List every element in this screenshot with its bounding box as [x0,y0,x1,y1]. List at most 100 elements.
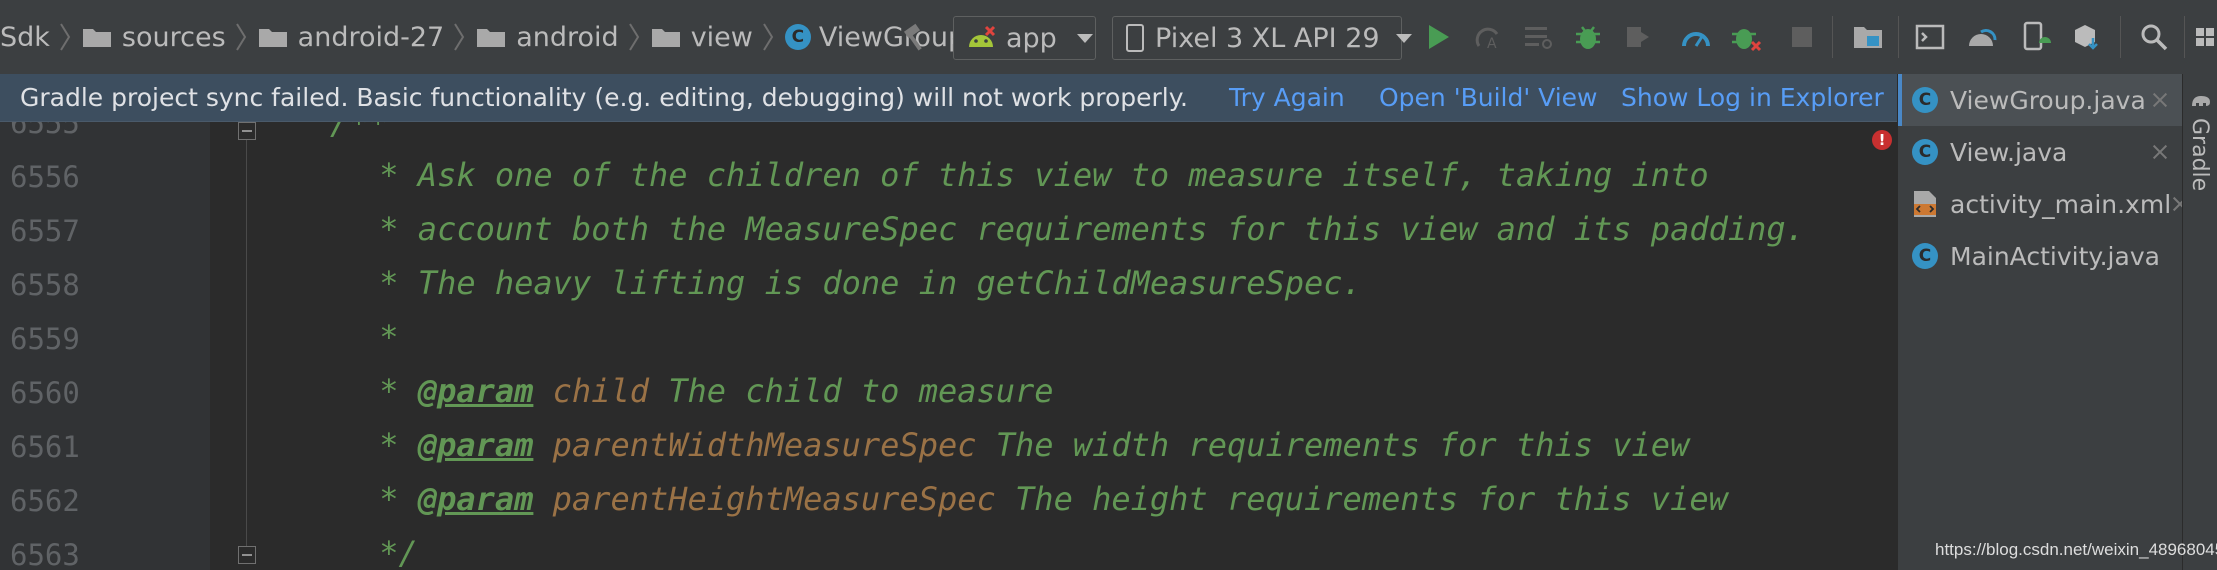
open-file-mainactivity[interactable]: C MainActivity.java [1898,230,2183,282]
code-line: * [360,318,399,356]
breadcrumb-separator-icon [628,23,639,51]
javadoc-tag: @param [417,480,534,518]
android-app-icon [966,25,996,51]
open-build-view-link[interactable]: Open 'Build' View [1379,74,1598,122]
gradle-tab-label: Gradle [2187,118,2212,192]
file-name: activity_main.xml [1950,189,2172,219]
breadcrumb-separator-icon [763,23,774,51]
param-description: The child to measure [648,372,1054,410]
line-number: 6562 [10,484,80,518]
attach-debugger-icon[interactable] [1618,0,1658,74]
code-line: * Ask one of the children of this view t… [360,156,1709,194]
device-dropdown[interactable]: Pixel 3 XL API 29 [1112,16,1412,60]
project-structure-icon[interactable] [1848,0,1888,74]
code-line: * @param child The child to measure [360,372,1054,410]
search-icon[interactable] [2134,0,2174,74]
toolbar-divider [1898,16,1899,58]
apply-code-changes-icon[interactable] [1518,0,1558,74]
apply-changes-icon[interactable]: A [1468,0,1508,74]
line-number: 6563 [10,538,80,570]
folder-icon [476,26,506,48]
profile-icon[interactable] [1676,0,1716,74]
main-toolbar: Sdk sources android-27 android view C Vi… [0,0,2217,74]
code-line: * @param parentWidthMeasureSpec The widt… [360,426,1689,464]
breadcrumb-separator-icon [235,23,246,51]
notification-message: Gradle project sync failed. Basic functi… [20,83,1188,112]
folder-icon [258,26,288,48]
breadcrumb-label: Sdk [0,21,50,53]
toolbar-divider [2120,16,2121,58]
line-number: 6559 [10,322,80,356]
windows-logo-icon[interactable] [2194,0,2217,74]
code-line: * The heavy lifting is done in getChildM… [360,264,1362,302]
breadcrumb-item-android-27[interactable]: android-27 [258,0,445,74]
open-file-viewgroup[interactable]: C ViewGroup.java [1898,74,2183,126]
stop-icon[interactable] [1782,0,1822,74]
breadcrumb-item-android[interactable]: android [476,0,619,74]
java-class-icon: C [1912,139,1938,165]
breadcrumb-label: android [516,21,619,53]
run-config-dropdown[interactable]: app [953,16,1096,60]
java-class-icon: C [1912,87,1938,113]
build-hammer-icon[interactable] [896,0,936,74]
param-name: parentHeightMeasureSpec [533,480,996,518]
try-again-link[interactable]: Try Again [1229,74,1345,122]
avd-manager-icon[interactable] [1962,0,2002,74]
code-line: * @param parentHeightMeasureSpec The hei… [360,480,1728,518]
file-name: ViewGroup.java [1950,85,2146,115]
line-number: 6560 [10,376,80,410]
open-file-activity-main[interactable]: activity_main.xml [1898,178,2183,230]
folder-icon [82,26,112,48]
open-file-view[interactable]: C View.java [1898,126,2183,178]
comment-prefix: * [360,372,418,410]
line-number: 6555 [10,122,80,140]
debug-icon[interactable] [1568,0,1608,74]
file-name: MainActivity.java [1950,241,2160,271]
close-icon[interactable] [2151,91,2169,109]
breadcrumb-label: android-27 [297,21,445,53]
code-editor[interactable]: 6555 6556 6557 6558 6559 6560 6561 6562 … [0,122,1897,570]
show-log-link[interactable]: Show Log in Explorer [1621,74,1884,122]
fold-collapse-icon[interactable] [238,546,256,564]
close-icon[interactable] [2151,143,2169,161]
param-name: parentWidthMeasureSpec [533,426,977,464]
breadcrumb-label: view [690,21,753,53]
phone-icon [1125,24,1145,52]
breadcrumb-item-viewgroup[interactable]: C ViewGroup [784,0,966,74]
attach-debug-android-icon[interactable] [1726,0,1766,74]
svg-text:A: A [1487,36,1497,52]
line-number-gutter[interactable]: 6555 6556 6557 6558 6559 6560 6561 6562 … [0,122,210,570]
toolbar-divider [1832,16,1833,58]
chevron-down-icon [1076,33,1093,43]
breadcrumb-item-sources[interactable]: sources [82,0,226,74]
error-marker-icon[interactable]: ! [1872,130,1892,150]
breadcrumb-label: ViewGroup [818,21,966,53]
fold-guide-line [246,140,247,560]
run-config-label: app [1006,22,1057,54]
gradle-elephant-icon [2190,92,2212,108]
javadoc-tag: @param [417,426,534,464]
line-number: 6558 [10,268,80,302]
java-class-icon: C [1912,243,1938,269]
line-number: 6557 [10,214,80,248]
breadcrumb-item-sdk[interactable]: Sdk [0,0,50,74]
breadcrumb-item-view[interactable]: view [651,0,753,74]
breadcrumb-separator-icon [60,23,71,51]
logcat-icon[interactable] [1910,0,1950,74]
file-name: View.java [1950,137,2068,167]
breadcrumb: Sdk sources android-27 android view C Vi… [0,0,965,74]
javadoc-tag: @param [417,372,534,410]
comment-prefix: * [360,426,418,464]
sdk-manager-icon[interactable] [2016,0,2056,74]
code-line: /** [330,122,388,142]
device-file-icon[interactable] [2066,0,2106,74]
toolbar-divider [2184,16,2185,58]
param-description: The width requirements for this view [976,426,1690,464]
param-description: The height requirements for this view [995,480,1728,518]
comment-prefix: * [360,480,418,518]
gradle-tool-window-tab[interactable]: Gradle [2182,74,2217,570]
fold-collapse-icon[interactable] [238,122,256,140]
line-number: 6561 [10,430,80,464]
code-line: * account both the MeasureSpec requireme… [360,210,1805,248]
run-icon[interactable] [1418,0,1458,74]
